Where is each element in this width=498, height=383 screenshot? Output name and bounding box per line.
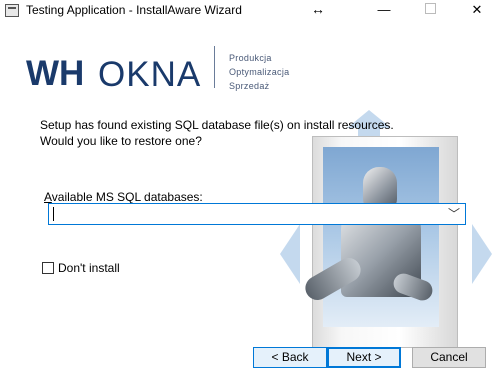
logo-tagline: Optymalizacja (229, 67, 290, 77)
back-button[interactable]: < Back (253, 347, 327, 368)
dont-install-label[interactable]: Don't install (58, 261, 120, 275)
title-bar[interactable]: Testing Application - InstallAware Wizar… (0, 0, 498, 22)
close-button[interactable]: ✕ (462, 0, 492, 22)
databases-label-mnemonic: A (44, 190, 52, 204)
databases-label: Available MS SQL databases: (44, 190, 203, 204)
message-line-1: Setup has found existing SQL database fi… (40, 118, 394, 132)
robot-window-illustration (280, 110, 492, 365)
message-line-2: Would you like to restore one? (40, 134, 202, 148)
logo-tagline: Sprzedaż (229, 81, 270, 91)
maximize-icon (424, 3, 436, 14)
minimize-button[interactable]: — (369, 0, 399, 22)
resize-arrow-icon: ↔ (311, 1, 325, 17)
cancel-button[interactable]: Cancel (412, 347, 486, 368)
logo-divider (214, 46, 215, 88)
wizard-window: Testing Application - InstallAware Wizar… (0, 0, 498, 383)
databases-label-text: vailable MS SQL databases: (51, 190, 203, 204)
chevron-down-icon[interactable]: ﹀ (448, 205, 460, 222)
wizard-content: WH OKNA Produkcja Optymalizacja Sprzedaż… (0, 22, 498, 383)
logo-tagline: Produkcja (229, 53, 272, 63)
maximize-button[interactable] (415, 0, 445, 22)
text-caret (53, 207, 54, 221)
databases-combobox[interactable]: ﹀ (48, 203, 466, 225)
logo-brand-light: OKNA (98, 55, 202, 94)
arrow-right-icon (472, 224, 492, 284)
next-button[interactable]: Next > (327, 347, 401, 368)
logo-brand-bold: WH (26, 54, 85, 93)
window-title: Testing Application - InstallAware Wizar… (26, 3, 242, 17)
window-pane-image (301, 147, 439, 327)
window-frame-image (301, 136, 458, 348)
arrow-left-icon (280, 224, 300, 284)
dont-install-checkbox[interactable] (42, 262, 54, 274)
app-window-icon (5, 4, 19, 17)
